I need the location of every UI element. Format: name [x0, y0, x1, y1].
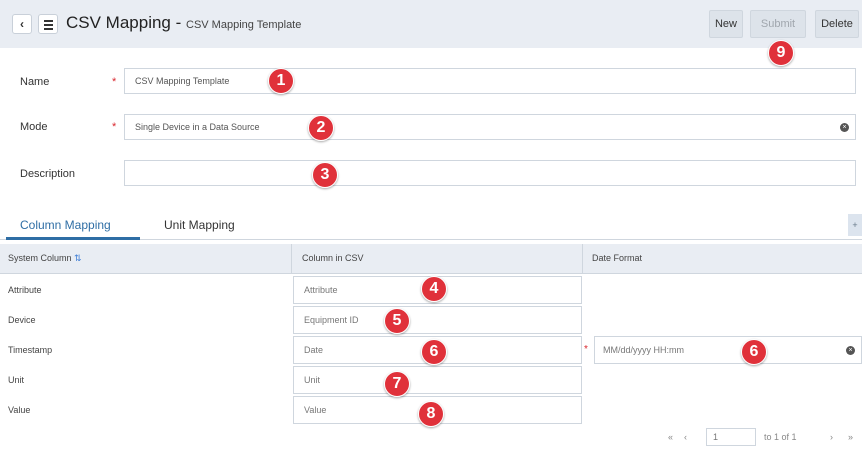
back-button[interactable]: ‹	[12, 14, 32, 34]
column-header-csv[interactable]: Column in CSV	[302, 253, 364, 263]
submit-button[interactable]: Submit	[750, 10, 806, 38]
date-format-input[interactable]: MM/dd/yyyy HH:mm ×	[594, 336, 862, 364]
description-label: Description	[20, 168, 76, 180]
sort-icon[interactable]: ⇅	[74, 253, 82, 263]
system-column-cell: Value	[8, 405, 31, 415]
column-header-date-format[interactable]: Date Format	[592, 253, 642, 263]
prev-page-button[interactable]: ‹	[684, 432, 687, 442]
first-page-button[interactable]: «	[668, 432, 673, 442]
menu-button[interactable]	[38, 14, 58, 34]
back-arrow-icon: ‹	[20, 17, 24, 31]
annotation-badge-7: 7	[384, 371, 410, 397]
page-input[interactable]: 1	[706, 428, 756, 446]
name-label: Name	[20, 76, 50, 88]
page-title-text: CSV Mapping	[66, 13, 171, 32]
new-button[interactable]: New	[709, 10, 743, 38]
system-column-cell: Timestamp	[8, 345, 53, 355]
table-row: Unit Unit	[0, 365, 862, 395]
active-tab-indicator	[6, 237, 140, 240]
column-header-system[interactable]: System Column ⇅	[8, 253, 82, 264]
delete-button[interactable]: Delete	[815, 10, 859, 38]
page-summary: to 1 of 1	[764, 432, 797, 442]
side-panel-toggle[interactable]: +	[848, 214, 862, 236]
system-column-cell: Device	[8, 315, 36, 325]
system-column-cell: Attribute	[8, 285, 42, 295]
page-title: CSV Mapping - CSV Mapping Template	[66, 13, 301, 33]
annotation-badge-3: 3	[312, 162, 338, 188]
mode-label: Mode	[20, 121, 48, 133]
tab-column-mapping[interactable]: Column Mapping	[20, 218, 111, 232]
tab-bar: Column Mapping Unit Mapping +	[0, 210, 862, 240]
name-field[interactable]: CSV Mapping Template	[124, 68, 856, 94]
annotation-badge-6: 6	[421, 339, 447, 365]
annotation-badge-9: 9	[768, 40, 794, 66]
annotation-badge-4: 4	[421, 276, 447, 302]
last-page-button[interactable]: »	[848, 432, 853, 442]
csv-column-input[interactable]: Equipment ID	[293, 306, 582, 334]
hamburger-menu-icon	[44, 20, 53, 22]
annotation-badge-2: 2	[308, 115, 334, 141]
column-divider	[582, 244, 583, 274]
date-format-value: MM/dd/yyyy HH:mm	[603, 345, 684, 355]
clear-icon[interactable]: ×	[846, 346, 855, 355]
date-format-required-mark: *	[584, 344, 588, 355]
page-subtitle: CSV Mapping Template	[186, 19, 302, 31]
next-page-button[interactable]: ›	[830, 432, 833, 442]
annotation-badge-6b: 6	[741, 339, 767, 365]
column-divider	[291, 244, 292, 274]
annotation-badge-5: 5	[384, 308, 410, 334]
description-field[interactable]	[124, 160, 856, 186]
title-separator: -	[170, 13, 186, 32]
column-header-system-label: System Column	[8, 253, 72, 263]
annotation-badge-1: 1	[268, 68, 294, 94]
table-row: Device Equipment ID	[0, 305, 862, 335]
clear-icon[interactable]: ×	[840, 123, 849, 132]
mode-select[interactable]: Single Device in a Data Source ×	[124, 114, 856, 140]
mode-required-mark: *	[112, 121, 117, 133]
mode-value: Single Device in a Data Source	[135, 122, 260, 132]
header-bar: ‹ CSV Mapping - CSV Mapping Template New…	[0, 0, 862, 48]
name-required-mark: *	[112, 76, 117, 88]
table-header: System Column ⇅ Column in CSV Date Forma…	[0, 244, 862, 274]
tab-unit-mapping[interactable]: Unit Mapping	[164, 218, 235, 232]
csv-column-input[interactable]: Unit	[293, 366, 582, 394]
annotation-badge-8: 8	[418, 401, 444, 427]
system-column-cell: Unit	[8, 375, 25, 385]
